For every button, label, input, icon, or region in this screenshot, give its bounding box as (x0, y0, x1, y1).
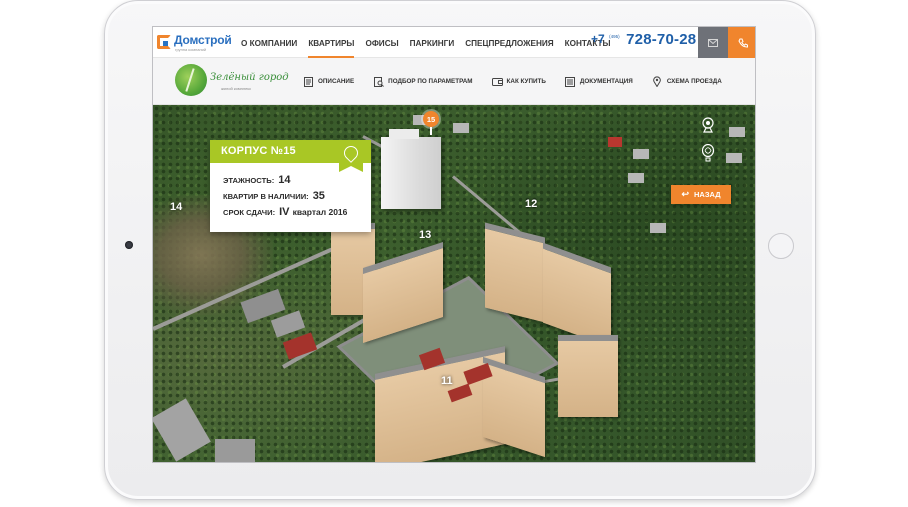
card-rows: ЭТАЖНОСТЬ: 14 КВАРТИР В НАЛИЧИИ: 35 СРОК С… (223, 174, 347, 222)
nav-offices[interactable]: ОФИСЫ (365, 27, 398, 58)
top-header: Домстрой группа компаний О КОМПАНИИ КВАР… (153, 27, 755, 58)
back-arrow-icon: ↩ (681, 189, 689, 199)
leaf-icon (341, 143, 361, 163)
phone-prefix: +7 (591, 32, 605, 46)
building-number-12[interactable]: 12 (525, 198, 537, 210)
domstroy-logo-text: Домстрой (174, 33, 232, 47)
nav-about[interactable]: О КОМПАНИИ (241, 27, 297, 58)
building-12-corner[interactable] (558, 335, 618, 417)
document-icon (303, 76, 314, 87)
card-label: КВАРТИР В НАЛИЧИИ: (223, 192, 309, 201)
project-logo-subtitle: жилой комплекс (221, 86, 252, 91)
project-nav-search-params[interactable]: ПОДБОР ПО ПАРАМЕТРАМ (373, 76, 473, 87)
house (453, 123, 469, 133)
mail-button[interactable] (698, 27, 728, 58)
building-info-card: КОРПУС №15 ЭТАЖНОСТЬ: 14 КВАРТИР В НАЛИЧИ… (210, 140, 371, 232)
back-button[interactable]: ↩ НАЗАД (671, 185, 731, 204)
building-pin-15[interactable]: 15 (423, 111, 439, 135)
map-pin-icon (652, 76, 663, 87)
phone-main: 728-70-28 (626, 31, 697, 48)
building-number-13[interactable]: 13 (419, 229, 431, 241)
industrial-building (215, 439, 255, 462)
card-value: IV (279, 206, 290, 218)
building-number-11[interactable]: 11 (441, 375, 453, 387)
zeleny-gorod-logo[interactable]: Зелёный город жилой комплекс (175, 64, 289, 98)
ipad-home-button[interactable] (768, 233, 794, 259)
project-nav-label: ПОДБОР ПО ПАРАМЕТРАМ (388, 78, 473, 85)
phone-number[interactable]: +7 (495) 728-70-28 (591, 31, 696, 49)
card-badge (339, 140, 363, 172)
card-row-floors: ЭТАЖНОСТЬ: 14 (223, 174, 347, 190)
card-value: 35 (312, 190, 325, 202)
domstroy-logo-icon (157, 35, 171, 49)
building-12[interactable] (485, 222, 545, 323)
card-value: 14 (278, 174, 291, 186)
project-logo-title: Зелёный город (210, 72, 289, 83)
card-label: СРОК СДАЧИ: (223, 208, 276, 217)
nav-parking[interactable]: ПАРКИНГИ (410, 27, 455, 58)
card-label: ЭТАЖНОСТЬ: (223, 176, 275, 185)
domstroy-logo-subtitle: группа компаний (175, 47, 207, 52)
house (628, 173, 644, 183)
building-number-14[interactable]: 14 (170, 201, 182, 213)
house (608, 137, 622, 147)
project-nav-label: СХЕМА ПРОЕЗДА (666, 78, 722, 85)
call-button[interactable] (728, 27, 755, 58)
project-nav-label: КАК КУПИТЬ (506, 78, 546, 85)
card-value-rest: квартал 2016 (292, 207, 348, 217)
project-nav: ОПИСАНИЕ ПОДБОР ПО ПАРАМЕТРАМ КАК КУПИТЬ… (303, 58, 741, 105)
aerial-map[interactable]: 14 13 12 11 15 КОРПУС №15 ЭТАЖНОСТЬ: 14 К… (153, 105, 755, 462)
project-nav-documentation[interactable]: ДОКУМЕНТАЦИЯ (565, 76, 633, 87)
phone-icon (737, 38, 748, 48)
project-nav-label: ОПИСАНИЕ (318, 78, 355, 85)
project-nav-directions[interactable]: СХЕМА ПРОЕЗДА (652, 76, 722, 87)
balloon-icon[interactable] (700, 144, 716, 162)
card-title: КОРПУС №15 (221, 145, 296, 157)
phone-code: (495) (609, 34, 620, 39)
screen: Домстрой группа компаний О КОМПАНИИ КВАР… (152, 26, 756, 463)
webcam-icon[interactable] (700, 117, 716, 133)
card-row-apartments: КВАРТИР В НАЛИЧИИ: 35 (223, 190, 347, 206)
house (726, 153, 742, 163)
mail-icon (708, 38, 718, 47)
list-icon (565, 76, 576, 87)
leaf-logo-icon (175, 64, 207, 96)
nav-apartments[interactable]: КВАРТИРЫ (308, 27, 355, 58)
project-nav-how-to-buy[interactable]: КАК КУПИТЬ (491, 76, 546, 87)
project-nav-label: ДОКУМЕНТАЦИЯ (579, 78, 633, 85)
nav-special-offers[interactable]: СПЕЦПРЕДЛОЖЕНИЯ (465, 27, 553, 58)
domstroy-logo[interactable]: Домстрой группа компаний (157, 33, 232, 53)
main-nav: О КОМПАНИИ КВАРТИРЫ ОФИСЫ ПАРКИНГИ СПЕЦП… (241, 27, 622, 58)
card-row-deadline: СРОК СДАЧИ: IV квартал 2016 (223, 206, 347, 222)
project-nav-description[interactable]: ОПИСАНИЕ (303, 76, 354, 87)
wallet-icon (491, 76, 503, 87)
house (650, 223, 666, 233)
house (633, 149, 649, 159)
back-button-label: НАЗАД (693, 190, 721, 199)
project-header: Зелёный город жилой комплекс ОПИСАНИЕ ПО… (153, 58, 755, 105)
building-15[interactable] (381, 129, 441, 209)
search-document-icon (373, 76, 384, 87)
ipad-camera (125, 241, 133, 249)
house (729, 127, 745, 137)
